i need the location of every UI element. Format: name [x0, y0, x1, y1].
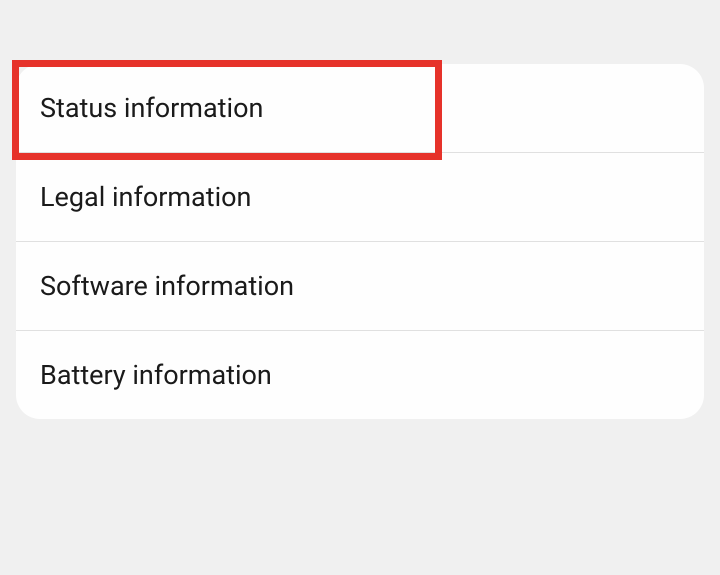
list-item-label: Legal information: [40, 181, 251, 213]
list-item-label: Battery information: [40, 359, 272, 391]
list-item-legal-information[interactable]: Legal information: [16, 153, 704, 242]
list-item-label: Software information: [40, 270, 294, 302]
list-item-status-information[interactable]: Status information: [16, 64, 704, 153]
list-item-software-information[interactable]: Software information: [16, 242, 704, 331]
list-item-battery-information[interactable]: Battery information: [16, 331, 704, 419]
list-item-label: Status information: [40, 92, 263, 124]
settings-card: Status information Legal information Sof…: [16, 64, 704, 419]
